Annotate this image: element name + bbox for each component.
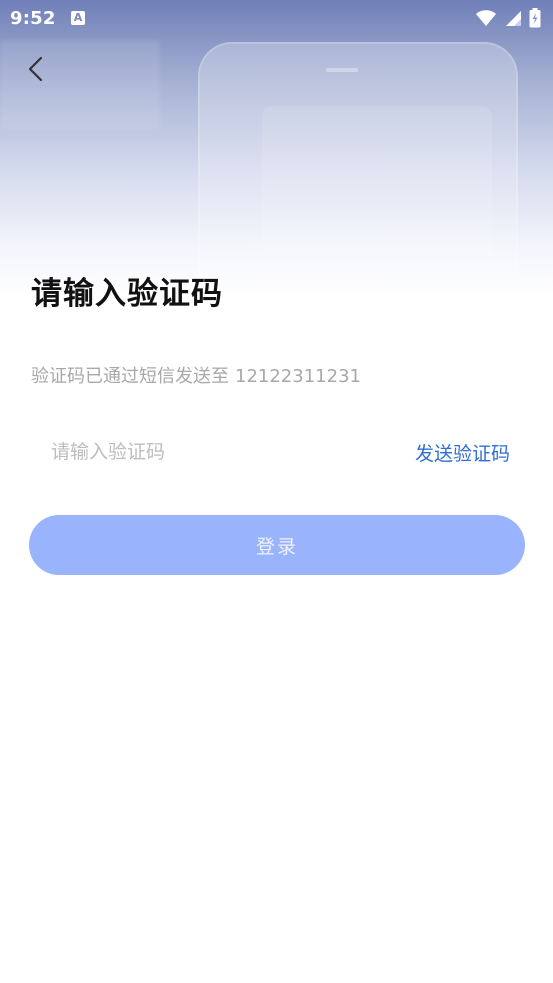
hero-glow <box>0 40 160 130</box>
chevron-left-icon <box>26 55 46 87</box>
status-bar: 9:52 A <box>0 0 553 36</box>
wifi-icon <box>475 9 497 27</box>
notification-icon: A <box>71 11 85 25</box>
send-code-button[interactable]: 发送验证码 <box>415 439 510 466</box>
status-time: 9:52 <box>10 8 56 29</box>
page-title: 请输入验证码 <box>31 276 223 312</box>
sms-tip: 验证码已通过短信发送至 12122311231 <box>31 362 361 388</box>
verification-code-input[interactable] <box>51 433 351 471</box>
sms-tip-label: 验证码已通过短信发送至 <box>31 366 229 387</box>
phone-number: 12122311231 <box>235 366 361 387</box>
signal-icon <box>504 9 522 27</box>
status-icons <box>475 7 541 29</box>
login-button[interactable]: 登录 <box>29 515 525 575</box>
back-button[interactable] <box>22 55 50 87</box>
battery-icon <box>529 8 541 28</box>
hero-background <box>0 0 553 300</box>
verification-code-row: 发送验证码 <box>51 433 510 471</box>
phone-illustration <box>198 42 518 300</box>
